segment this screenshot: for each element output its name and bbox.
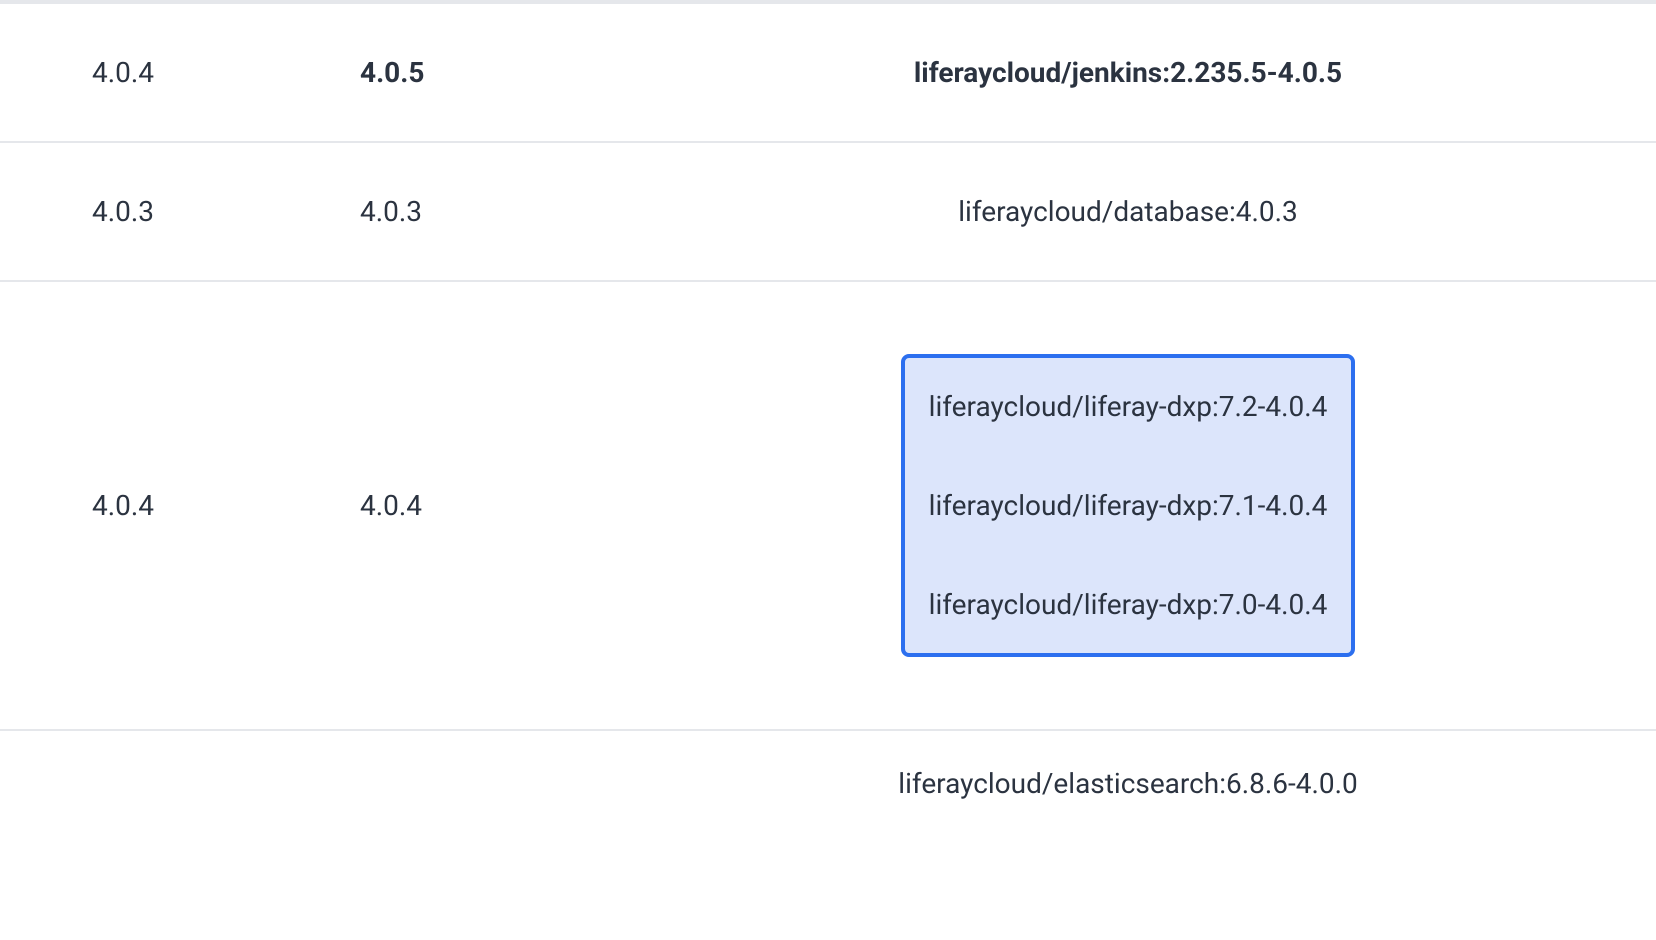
version-cell-1: 4.0.3	[0, 195, 360, 228]
version-cell-1: 4.0.4	[0, 56, 360, 89]
version-cell-1: 4.0.4	[0, 489, 360, 522]
version-table: 4.0.4 4.0.5 liferaycloud/jenkins:2.235.5…	[0, 0, 1656, 800]
version-cell-2: 4.0.5	[360, 56, 660, 89]
image-cell: liferaycloud/elasticsearch:6.8.6-4.0.0	[660, 767, 1656, 800]
image-cell: liferaycloud/jenkins:2.235.5-4.0.5	[660, 56, 1656, 89]
table-row: 4.0.4 4.0.4 liferaycloud/liferay-dxp:7.2…	[0, 280, 1656, 729]
image-line: liferaycloud/liferay-dxp:7.1-4.0.4	[929, 475, 1328, 536]
image-line: liferaycloud/liferay-dxp:7.2-4.0.4	[929, 376, 1328, 437]
image-cell-highlighted: liferaycloud/liferay-dxp:7.2-4.0.4 lifer…	[660, 354, 1656, 657]
image-line: liferaycloud/liferay-dxp:7.0-4.0.4	[929, 574, 1328, 635]
image-cell: liferaycloud/database:4.0.3	[660, 195, 1656, 228]
version-cell-2: 4.0.4	[360, 489, 660, 522]
highlight-box: liferaycloud/liferay-dxp:7.2-4.0.4 lifer…	[901, 354, 1356, 657]
table-row: liferaycloud/elasticsearch:6.8.6-4.0.0	[0, 729, 1656, 800]
version-cell-2: 4.0.3	[360, 195, 660, 228]
table-row: 4.0.4 4.0.5 liferaycloud/jenkins:2.235.5…	[0, 2, 1656, 141]
table-row: 4.0.3 4.0.3 liferaycloud/database:4.0.3	[0, 141, 1656, 280]
